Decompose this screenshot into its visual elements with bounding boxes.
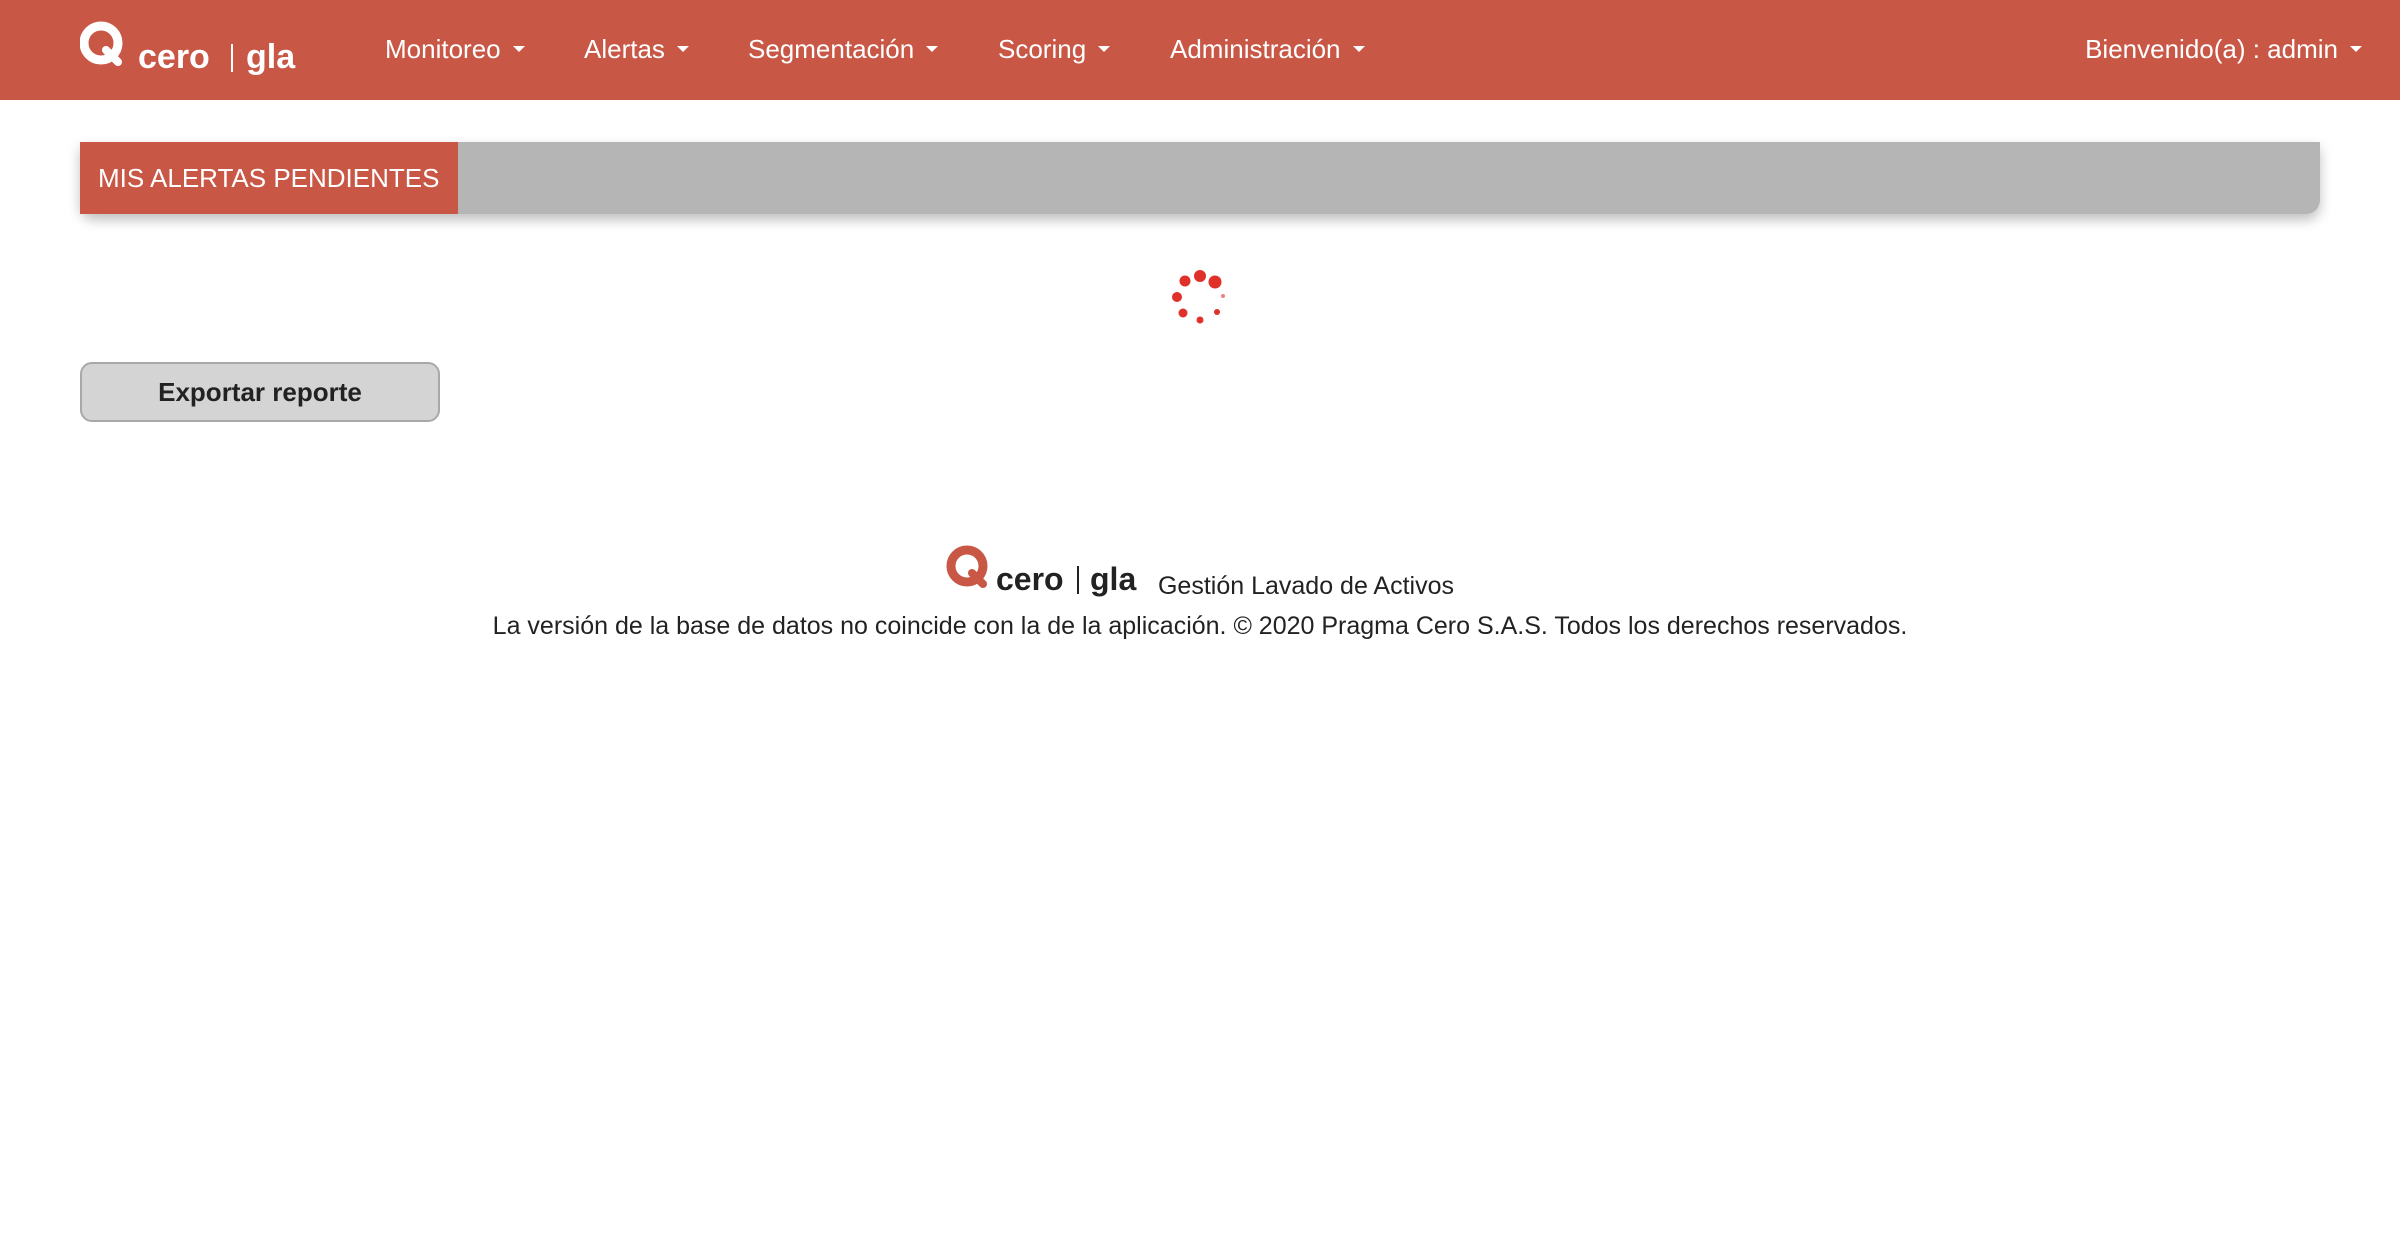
footer-logo-suffix: gla: [1090, 561, 1136, 597]
footer-logo: cero gla: [946, 545, 1136, 597]
caret-down-icon: [676, 46, 689, 53]
tab-mis-alertas-pendientes[interactable]: MIS ALERTAS PENDIENTES: [80, 142, 458, 214]
footer-logo-text: cero: [996, 561, 1064, 597]
q-ring-logo-icon: [80, 21, 123, 66]
footer-copyright: La versión de la base de datos no coinci…: [492, 612, 1908, 640]
footer-app-name: Gestión Lavado de Activos: [1157, 572, 1455, 600]
alerts-panel-header: MIS ALERTAS PENDIENTES: [80, 142, 2320, 214]
q-ring-logo-icon: [946, 545, 988, 588]
brand-logo-suffix: gla: [246, 38, 296, 76]
top-navbar: cero gla Monitoreo Alertas Segmentación …: [0, 0, 2400, 100]
user-menu[interactable]: Bienvenido(a) : admin: [2085, 0, 2362, 100]
nav-administracion[interactable]: Administración: [1170, 0, 1365, 100]
nav-segmentacion[interactable]: Segmentación: [748, 0, 939, 100]
caret-down-icon: [2350, 46, 2362, 53]
nav-alertas-label: Alertas: [584, 34, 665, 64]
footer: cero gla Gestión Lavado de Activos La ve…: [0, 540, 2400, 641]
loading-spinner-icon: [1168, 268, 1232, 328]
nav-monitoreo[interactable]: Monitoreo: [385, 0, 525, 100]
nav-monitoreo-label: Monitoreo: [385, 34, 501, 64]
caret-down-icon: [512, 46, 525, 53]
nav-scoring[interactable]: Scoring: [998, 0, 1111, 100]
nav-administracion-label: Administración: [1170, 34, 1341, 64]
export-report-button[interactable]: Exportar reporte: [80, 362, 440, 422]
caret-down-icon: [926, 46, 939, 53]
brand-logo[interactable]: cero gla: [80, 12, 310, 84]
footer-brand: cero gla Gestión Lavado de Activos: [0, 540, 2400, 602]
user-menu-label: Bienvenido(a) : admin: [2085, 34, 2338, 64]
caret-down-icon: [1098, 46, 1111, 53]
nav-alertas[interactable]: Alertas: [584, 0, 689, 100]
caret-down-icon: [1352, 46, 1365, 53]
brand-logo-text: cero: [138, 38, 210, 76]
nav-scoring-label: Scoring: [998, 34, 1087, 64]
nav-segmentacion-label: Segmentación: [748, 34, 915, 64]
